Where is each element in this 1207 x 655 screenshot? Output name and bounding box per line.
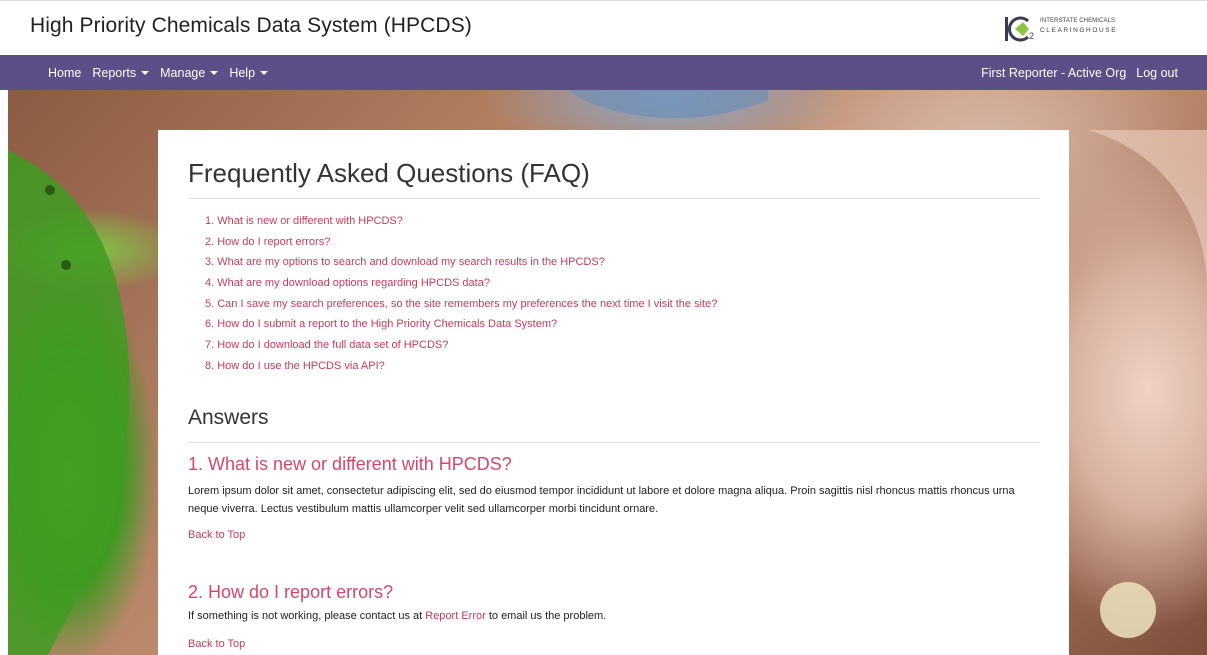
answers-section-title: Answers <box>188 406 269 429</box>
answer-2-heading: 2. How do I report errors? <box>188 582 394 602</box>
nav-home-label: Home <box>48 65 82 80</box>
nav-help-label: Help <box>229 65 256 80</box>
caret-down-icon <box>141 70 150 75</box>
faq-question-item: 5. Can I save my search preferences, so … <box>205 294 717 315</box>
nav-manage-dropdown[interactable]: Manage <box>160 65 219 80</box>
faq-question-link-2[interactable]: 2. How do I report errors? <box>205 236 330 248</box>
caret-down-icon <box>260 70 269 75</box>
answer-1-heading: 1. What is new or different with HPCDS? <box>188 454 512 474</box>
nav-help-dropdown[interactable]: Help <box>229 65 269 80</box>
faq-question-link-7[interactable]: 7. How do I download the full data set o… <box>205 339 448 351</box>
ic2-logo[interactable]: 2 INTERSTATE CHEMICALS CLEARINGHOUSE <box>1003 14 1123 44</box>
answer-2-text-post: to email us the problem. <box>485 610 607 622</box>
nav-right: First Reporter - Active Org Log out <box>971 55 1178 90</box>
nav-manage-label: Manage <box>160 65 206 80</box>
nav-user-account[interactable]: First Reporter - Active Org <box>981 66 1126 80</box>
logo-line1: INTERSTATE CHEMICALS <box>1040 18 1116 24</box>
answer-2-body: If something is not working, please cont… <box>188 607 1040 625</box>
faq-question-link-1[interactable]: 1. What is new or different with HPCDS? <box>205 215 403 227</box>
answer-1-body: Lorem ipsum dolor sit amet, consectetur … <box>188 485 1015 515</box>
title-divider <box>188 198 1040 199</box>
content-card <box>158 130 1069 655</box>
back-to-top-link-2[interactable]: Back to Top <box>188 638 245 650</box>
nav-left: Home Reports Manage Help <box>48 55 279 90</box>
nav-reports-dropdown[interactable]: Reports <box>92 65 150 80</box>
faq-question-link-6[interactable]: 6. How do I submit a report to the High … <box>205 318 557 330</box>
faq-question-link-4[interactable]: 4. What are my download options regardin… <box>205 277 490 289</box>
answers-divider <box>188 442 1040 443</box>
site-header: High Priority Chemicals Data System (HPC… <box>0 0 1207 55</box>
answer-2-text-pre: If something is not working, please cont… <box>188 610 426 622</box>
nav-home[interactable]: Home <box>48 66 81 80</box>
logo-line2: CLEARINGHOUSE <box>1040 27 1118 34</box>
faq-question-item: 3. What are my options to search and dow… <box>205 252 717 273</box>
faq-question-link-3[interactable]: 3. What are my options to search and dow… <box>205 256 605 268</box>
report-error-link[interactable]: Report Error <box>425 610 486 622</box>
faq-question-list: 1. What is new or different with HPCDS? … <box>205 211 717 377</box>
back-to-top-link-1[interactable]: Back to Top <box>188 529 245 541</box>
main-navbar: Home Reports Manage Help First Reporter … <box>0 55 1207 90</box>
faq-question-link-8[interactable]: 8. How do I use the HPCDS via API? <box>205 360 385 372</box>
faq-question-item: 4. What are my download options regardin… <box>205 273 717 294</box>
faq-question-item: 2. How do I report errors? <box>205 232 717 253</box>
faq-page-title: Frequently Asked Questions (FAQ) <box>188 158 590 188</box>
nav-logout-link[interactable]: Log out <box>1136 66 1178 80</box>
nav-reports-label: Reports <box>92 65 137 80</box>
faq-question-link-5[interactable]: 5. Can I save my search preferences, so … <box>205 298 717 310</box>
site-title[interactable]: High Priority Chemicals Data System (HPC… <box>30 14 472 38</box>
faq-question-item: 1. What is new or different with HPCDS? <box>205 211 717 232</box>
faq-question-item: 7. How do I download the full data set o… <box>205 335 717 356</box>
faq-question-item: 8. How do I use the HPCDS via API? <box>205 356 717 377</box>
caret-down-icon <box>210 70 219 75</box>
faq-question-item: 6. How do I submit a report to the High … <box>205 314 717 335</box>
svg-text:2: 2 <box>1029 31 1034 41</box>
ic2-logo-icon: 2 <box>1005 16 1034 42</box>
